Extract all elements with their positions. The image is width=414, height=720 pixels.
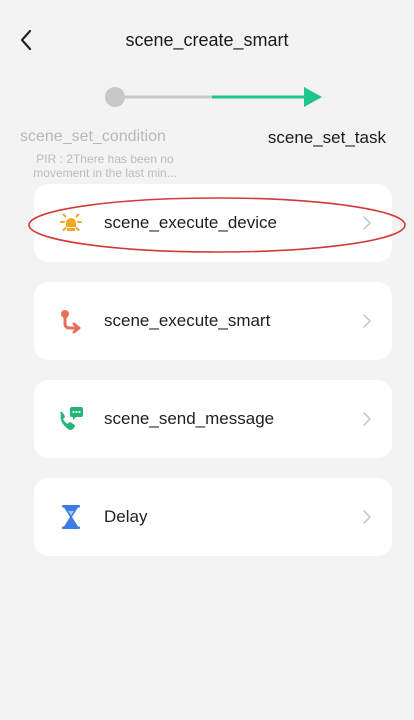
action-card-execute-smart[interactable]: scene_execute_smart bbox=[34, 282, 392, 360]
action-card-send-message[interactable]: scene_send_message bbox=[34, 380, 392, 458]
step-labels: scene_set_condition PIR : 2There has bee… bbox=[0, 124, 414, 184]
action-card-execute-device[interactable]: scene_execute_device bbox=[34, 184, 392, 262]
step-condition-label: scene_set_condition bbox=[20, 128, 166, 145]
chevron-right-icon bbox=[360, 213, 374, 233]
step-progress bbox=[100, 84, 330, 110]
step-1-dot bbox=[105, 87, 125, 107]
step-condition-summary: PIR : 2There has been no movement in the… bbox=[33, 152, 177, 180]
scene-create-page: scene_create_smart scene_set_condition P… bbox=[0, 0, 414, 720]
lightbulb-icon bbox=[54, 206, 88, 240]
action-label: scene_send_message bbox=[104, 409, 275, 428]
action-label: scene_execute_device bbox=[104, 213, 277, 232]
route-icon bbox=[54, 304, 88, 338]
step-task-label: scene_set_task bbox=[267, 128, 386, 147]
action-label: Delay bbox=[104, 507, 148, 526]
header: scene_create_smart bbox=[0, 0, 414, 70]
phone-message-icon bbox=[54, 402, 88, 436]
chevron-right-icon bbox=[360, 409, 374, 429]
page-title: scene_create_smart bbox=[125, 30, 289, 50]
action-card-delay[interactable]: Delay bbox=[34, 478, 392, 556]
chevron-right-icon bbox=[360, 507, 374, 527]
chevron-right-icon bbox=[360, 311, 374, 331]
action-label: scene_execute_smart bbox=[104, 311, 271, 330]
hourglass-icon bbox=[54, 500, 88, 534]
step-2-arrow-icon bbox=[304, 87, 322, 107]
